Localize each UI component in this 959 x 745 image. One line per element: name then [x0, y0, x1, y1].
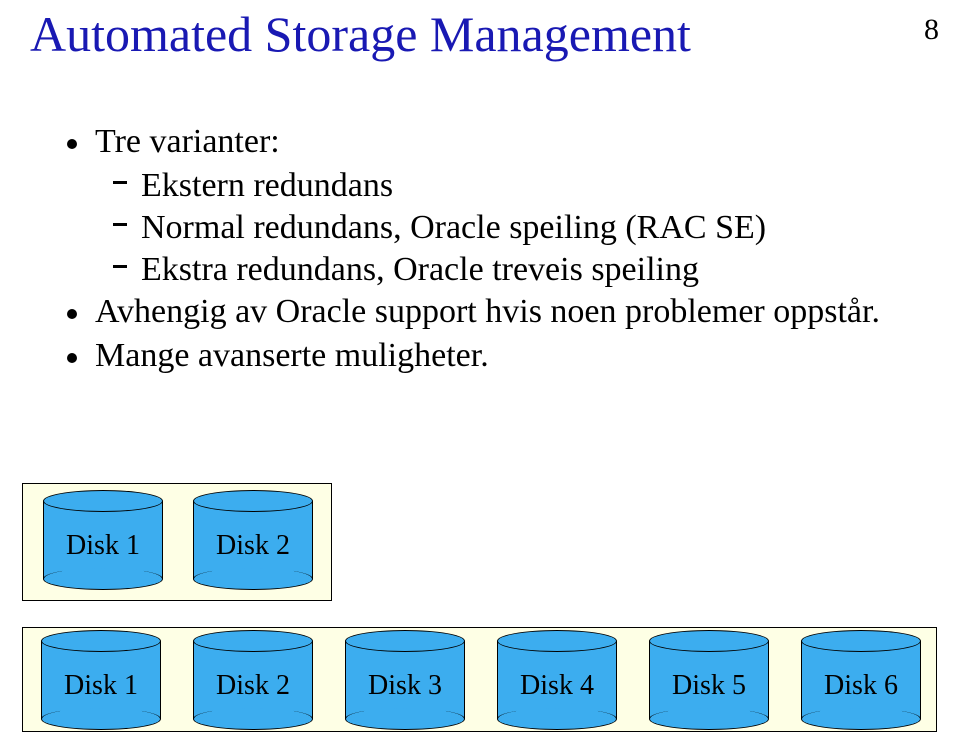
slide-title: Automated Storage Management: [30, 5, 959, 63]
disk-bottom-4: Disk 4: [497, 630, 617, 730]
bullet-variants: Tre varianter:: [65, 123, 959, 161]
bullet-mange: Mange avanserte muligheter.: [65, 337, 959, 375]
disk-bottom-5: Disk 5: [649, 630, 769, 730]
disk-group-bottom: Disk 1 Disk 2 Disk 3 Disk 4 Disk 5 Disk …: [22, 627, 937, 732]
disk-top-1: Disk 1: [43, 490, 163, 590]
disk-top-2: Disk 2: [193, 490, 313, 590]
disk-label: Disk 2: [193, 670, 313, 702]
disk-label: Disk 2: [193, 530, 313, 562]
disk-label: Disk 1: [43, 530, 163, 562]
page-number: 8: [924, 13, 939, 47]
bullet-ekstra-redundans: Ekstra redundans, Oracle treveis speilin…: [111, 251, 959, 289]
slide-content: Tre varianter: Ekstern redundans Normal …: [65, 123, 959, 375]
disk-label: Disk 6: [801, 670, 921, 702]
disk-bottom-2: Disk 2: [193, 630, 313, 730]
disk-label: Disk 4: [497, 670, 617, 702]
disk-label: Disk 1: [41, 670, 161, 702]
disk-bottom-3: Disk 3: [345, 630, 465, 730]
disk-label: Disk 3: [345, 670, 465, 702]
disk-label: Disk 5: [649, 670, 769, 702]
disk-bottom-1: Disk 1: [41, 630, 161, 730]
disk-bottom-6: Disk 6: [801, 630, 921, 730]
disk-group-top: Disk 1 Disk 2: [22, 483, 332, 601]
bullet-extern-redundans: Ekstern redundans: [111, 167, 959, 205]
bullet-normal-redundans: Normal redundans, Oracle speiling (RAC S…: [111, 209, 959, 247]
bullet-avhengig: Avhengig av Oracle support hvis noen pro…: [65, 293, 959, 331]
